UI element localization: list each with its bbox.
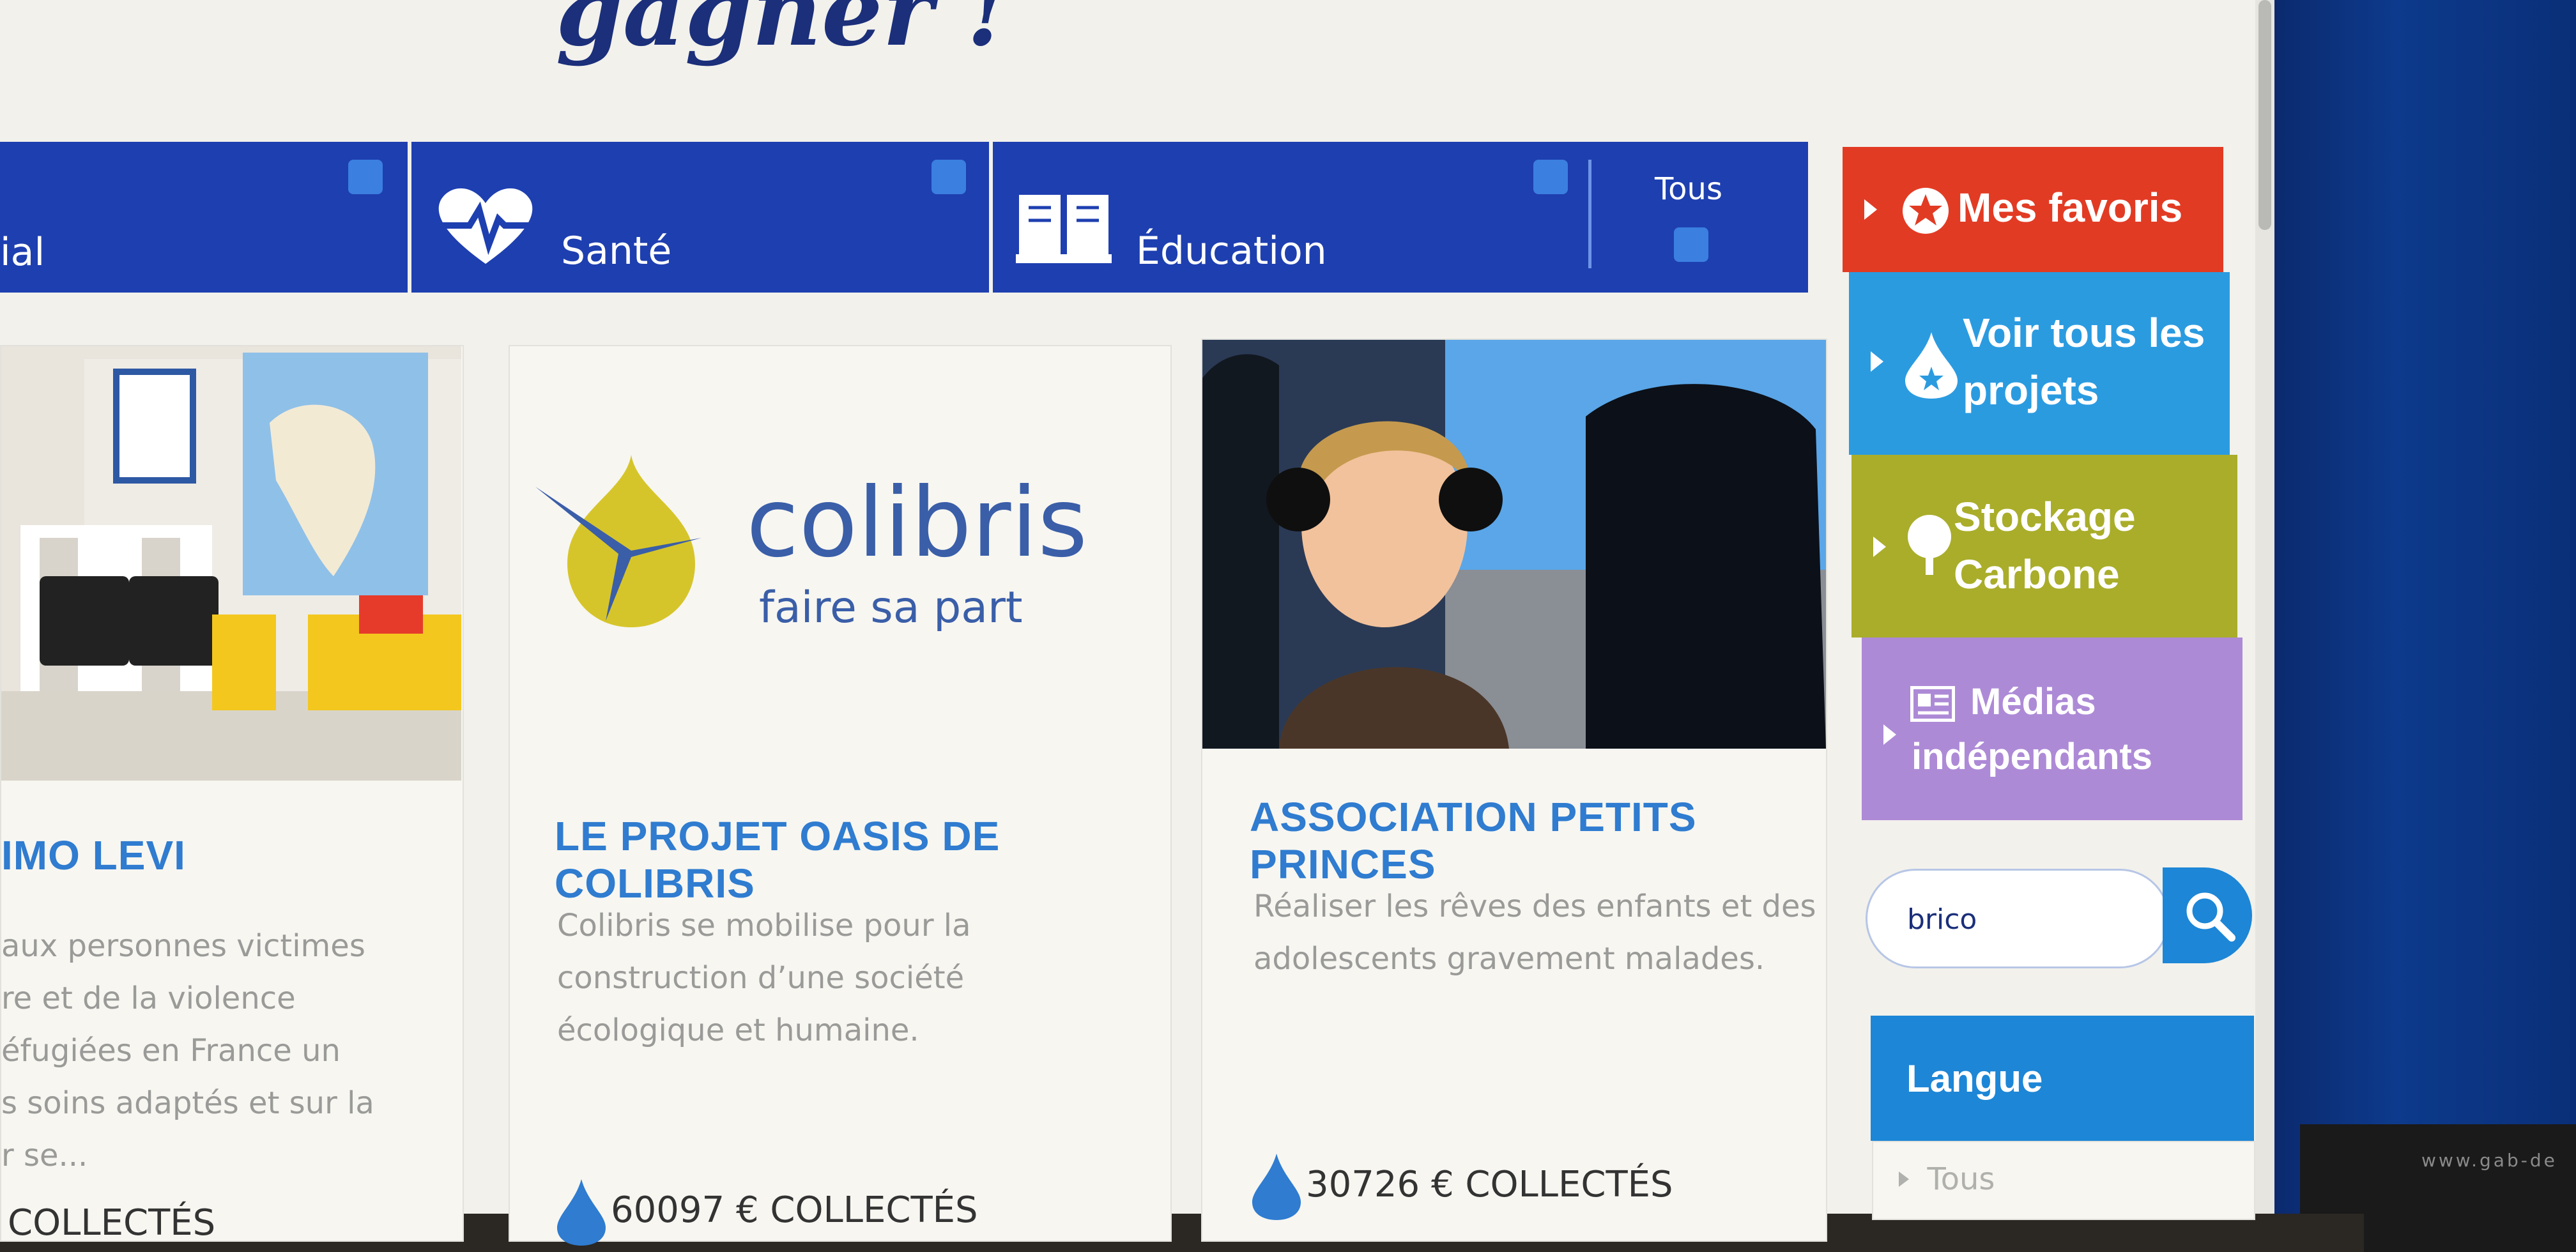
project-funds: COLLECTÉS [8, 1202, 216, 1244]
language-title: Langue [1906, 1057, 2043, 1100]
language-option[interactable]: Tous [1899, 1161, 1995, 1197]
menu-label: Médias [1970, 681, 2096, 722]
category-checkbox[interactable] [931, 160, 966, 194]
monitor-bezel [2274, 0, 2576, 1252]
project-title[interactable]: LE PROJET OASIS DE COLIBRIS [555, 813, 1170, 907]
language-header: Langue [1871, 1016, 2254, 1141]
search-box [1866, 869, 2170, 968]
project-description-line: éfugiées en France un [1, 1033, 341, 1069]
bezel-text: www.gab-de [2421, 1150, 2557, 1171]
project-description-line: adolescents gravement malades. [1254, 941, 1765, 977]
drop-icon [1252, 1154, 1301, 1220]
menu-label: Carbone [1954, 551, 2120, 597]
category-label: Santé [561, 229, 672, 273]
chevron-right-icon [1883, 724, 1896, 745]
chevron-right-icon [1899, 1172, 1909, 1187]
language-option-label: Tous [1927, 1161, 1995, 1197]
category-label: Tous [1655, 171, 1722, 207]
project-description-line: r se... [1, 1138, 88, 1173]
colibris-logo-icon [535, 455, 702, 627]
scrollbar-thumb[interactable] [2258, 0, 2271, 230]
colibris-logo-tagline: faire sa part [759, 583, 1023, 633]
project-funds: 30726 € COLLECTÉS [1306, 1164, 1673, 1205]
search-button[interactable] [2163, 867, 2252, 963]
project-description-line: re et de la violence [1, 981, 296, 1016]
project-description-line: écologique et humaine. [557, 1012, 919, 1048]
menu-stockage-carbone[interactable]: Stockage Carbone [1851, 455, 2237, 637]
project-image-classroom [1, 346, 461, 781]
menu-label: indépendants [1912, 736, 2153, 777]
project-description-line: Réaliser les rêves des enfants et des [1254, 889, 1816, 924]
menu-label: Voir tous les [1963, 310, 2205, 356]
project-card[interactable]: IMO LEVI aux personnes victimes re et de… [0, 345, 464, 1244]
project-image-cockpit [1202, 340, 1826, 749]
menu-medias-independants[interactable]: Médias indépendants [1862, 637, 2242, 820]
chevron-right-icon [1873, 537, 1886, 557]
search-icon [2186, 892, 2235, 942]
newspaper-icon [1910, 686, 1955, 722]
tree-icon [1908, 515, 1951, 575]
project-card[interactable]: colibris faire sa part LE PROJET OASIS D… [509, 345, 1172, 1246]
drop-star-icon [1905, 332, 1958, 399]
project-description-line: s soins adaptés et sur la [1, 1085, 374, 1121]
category-checkbox[interactable] [348, 160, 383, 194]
book-icon [1016, 195, 1112, 263]
drop-icon [557, 1179, 606, 1246]
chevron-right-icon [1871, 351, 1883, 372]
chevron-right-icon [1864, 199, 1877, 220]
project-funds: 60097 € COLLECTÉS [611, 1189, 978, 1231]
menu-label: projets [1963, 367, 2099, 413]
category-checkbox[interactable] [1533, 160, 1568, 194]
menu-label: Stockage [1954, 494, 2136, 540]
project-description-line: construction d’une société [557, 960, 965, 996]
language-list: Tous [1872, 1141, 2255, 1220]
category-divider [408, 142, 411, 293]
page-title: gagner ! [556, 0, 1009, 68]
star-badge-icon [1903, 188, 1949, 234]
project-card[interactable]: ASSOCIATION PETITS PRINCES Réaliser les … [1201, 339, 1827, 1242]
menu-label: Mes favoris [1958, 185, 2183, 231]
search-input[interactable] [1906, 896, 2094, 942]
category-label: ial [0, 230, 45, 275]
project-title[interactable]: IMO LEVI [1, 832, 186, 879]
colibris-logo-text: colibris [746, 468, 1088, 579]
project-description-line: aux personnes victimes [1, 928, 365, 964]
menu-favoris[interactable]: Mes favoris [1843, 147, 2223, 272]
category-label: Éducation [1136, 229, 1327, 273]
heart-pulse-icon [438, 188, 533, 264]
project-title[interactable]: ASSOCIATION PETITS PRINCES [1250, 793, 1826, 888]
category-divider [989, 142, 993, 293]
category-checkbox[interactable] [1674, 227, 1708, 262]
project-description-line: Colibris se mobilise pour la [557, 908, 971, 943]
menu-voir-projets[interactable]: Voir tous les projets [1849, 272, 2230, 455]
category-divider [1588, 160, 1591, 268]
